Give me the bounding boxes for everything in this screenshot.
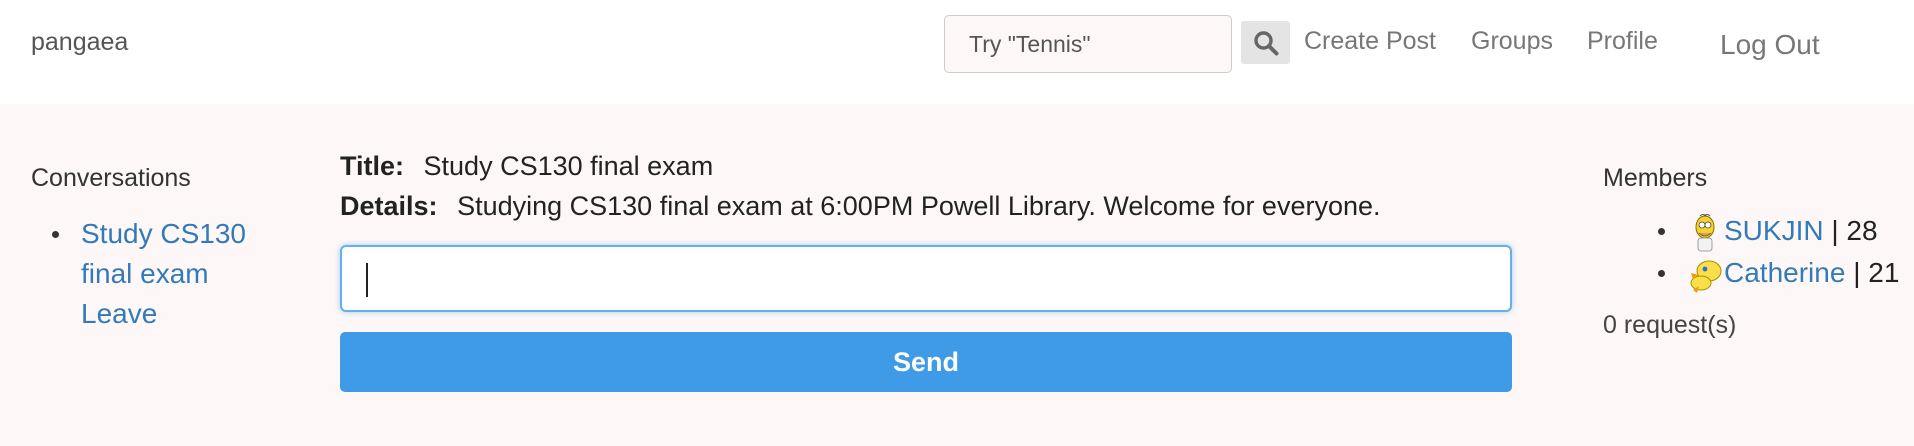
- member-age: 28: [1846, 215, 1878, 246]
- conversation-link[interactable]: Study CS130 final exam: [81, 218, 246, 289]
- post-title-line: Title: Study CS130 final exam: [340, 146, 1512, 186]
- members-panel: Members SUKJIN | 28 Catherine | 21 0 req…: [1603, 164, 1903, 339]
- post-details: Studying CS130 final exam at 6:00PM Powe…: [457, 191, 1381, 221]
- search-button[interactable]: [1241, 21, 1290, 64]
- search-icon: [1254, 31, 1279, 56]
- conversation-title-line2: final exam: [81, 258, 209, 289]
- member-age: 21: [1868, 257, 1900, 288]
- requests-count: 0 request(s): [1603, 311, 1737, 339]
- conversation-item: Study CS130 final exam: [52, 214, 291, 294]
- brand-link[interactable]: pangaea: [31, 28, 128, 57]
- members-heading: Members: [1603, 164, 1708, 192]
- conversation-title-line1: Study CS130: [81, 218, 246, 249]
- title-label: Title:: [340, 151, 405, 181]
- members-list: SUKJIN | 28 Catherine | 21: [1658, 210, 1907, 294]
- nav-profile[interactable]: Profile: [1587, 27, 1658, 56]
- conversations-panel: Conversations Study CS130 final exam Lea…: [31, 164, 291, 329]
- post-title: Study CS130 final exam: [423, 151, 714, 181]
- member-link[interactable]: Catherine: [1724, 257, 1845, 288]
- nav-create-post[interactable]: Create Post: [1304, 27, 1436, 56]
- message-input[interactable]: [340, 245, 1512, 312]
- post-details-line: Details: Studying CS130 final exam at 6:…: [340, 186, 1512, 226]
- member-separator: |: [1853, 257, 1861, 288]
- details-label: Details:: [340, 191, 438, 221]
- member-item: Catherine | 21: [1658, 252, 1907, 294]
- leave-conversation-link[interactable]: Leave: [81, 298, 157, 329]
- text-caret: [366, 263, 368, 297]
- member-separator: |: [1831, 215, 1839, 246]
- homer-avatar-icon: [1695, 213, 1715, 252]
- nav-groups[interactable]: Groups: [1471, 27, 1553, 56]
- leave-item: Leave: [81, 294, 291, 334]
- search-input[interactable]: [944, 15, 1232, 73]
- bird-avatar-icon: [1690, 260, 1722, 293]
- member-item: SUKJIN | 28: [1658, 210, 1907, 252]
- conversations-heading: Conversations: [31, 164, 191, 192]
- member-link[interactable]: SUKJIN: [1724, 215, 1824, 246]
- top-navbar: pangaea Create Post Groups Profile Log O…: [0, 0, 1914, 104]
- chat-main: Title: Study CS130 final exam Details: S…: [340, 146, 1512, 392]
- conversation-list: Study CS130 final exam Leave: [52, 214, 291, 334]
- nav-log-out[interactable]: Log Out: [1720, 29, 1820, 61]
- send-button[interactable]: Send: [340, 332, 1512, 392]
